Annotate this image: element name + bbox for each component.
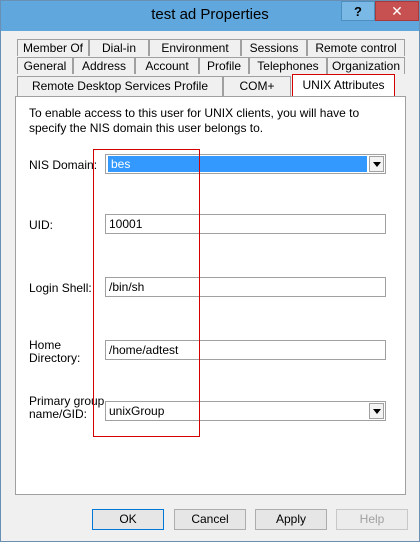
tab-telephones[interactable]: Telephones [249, 57, 327, 74]
properties-dialog: test ad Properties ? ✕ Member Of Dial-in… [0, 0, 420, 542]
tab-general[interactable]: General [17, 57, 73, 74]
cancel-button[interactable]: Cancel [174, 509, 246, 530]
tab-remote-desktop-services-profile[interactable]: Remote Desktop Services Profile [17, 76, 223, 96]
tab-unix-attributes[interactable]: UNIX Attributes [292, 74, 395, 96]
tab-account[interactable]: Account [135, 57, 199, 74]
home-directory-label-line1: Home [29, 338, 62, 352]
home-directory-label-line2: Directory: [29, 351, 81, 365]
tab-com-plus[interactable]: COM+ [223, 76, 291, 96]
uid-field[interactable]: 10001 [105, 214, 386, 234]
home-directory-field[interactable]: /home/adtest [105, 340, 386, 360]
title-bar[interactable]: test ad Properties ? ✕ [1, 1, 419, 31]
chevron-down-icon[interactable] [369, 403, 384, 419]
apply-button[interactable]: Apply [255, 509, 327, 530]
intro-text: To enable access to this user for UNIX c… [29, 106, 360, 135]
help-button[interactable]: Help [336, 509, 408, 530]
tab-dial-in[interactable]: Dial-in [89, 39, 149, 56]
help-title-button[interactable]: ? [341, 1, 375, 21]
primary-group-label-line2: name/GID: [29, 407, 88, 421]
tab-remote-control[interactable]: Remote control [307, 39, 405, 56]
login-shell-field[interactable]: /bin/sh [105, 277, 386, 297]
tab-organization[interactable]: Organization [327, 57, 405, 74]
tab-profile[interactable]: Profile [199, 57, 249, 74]
chevron-down-icon[interactable] [369, 156, 384, 172]
uid-label: UID: [29, 218, 53, 232]
ok-button[interactable]: OK [92, 509, 164, 530]
tab-environment[interactable]: Environment [149, 39, 241, 56]
tab-sessions[interactable]: Sessions [241, 39, 307, 56]
tab-address[interactable]: Address [73, 57, 135, 74]
primary-group-value: unixGroup [109, 404, 165, 418]
login-shell-label: Login Shell: [29, 281, 92, 295]
tab-member-of[interactable]: Member Of [17, 39, 89, 56]
close-icon[interactable]: ✕ [375, 1, 419, 21]
nis-domain-label: NIS Domain: [29, 158, 98, 172]
nis-domain-select[interactable]: bes [105, 154, 386, 174]
primary-group-label-line1: Primary group [29, 394, 105, 408]
primary-group-select[interactable]: unixGroup [105, 401, 386, 421]
unix-attributes-panel: To enable access to this user for UNIX c… [15, 96, 406, 495]
nis-domain-value: bes [108, 156, 367, 172]
